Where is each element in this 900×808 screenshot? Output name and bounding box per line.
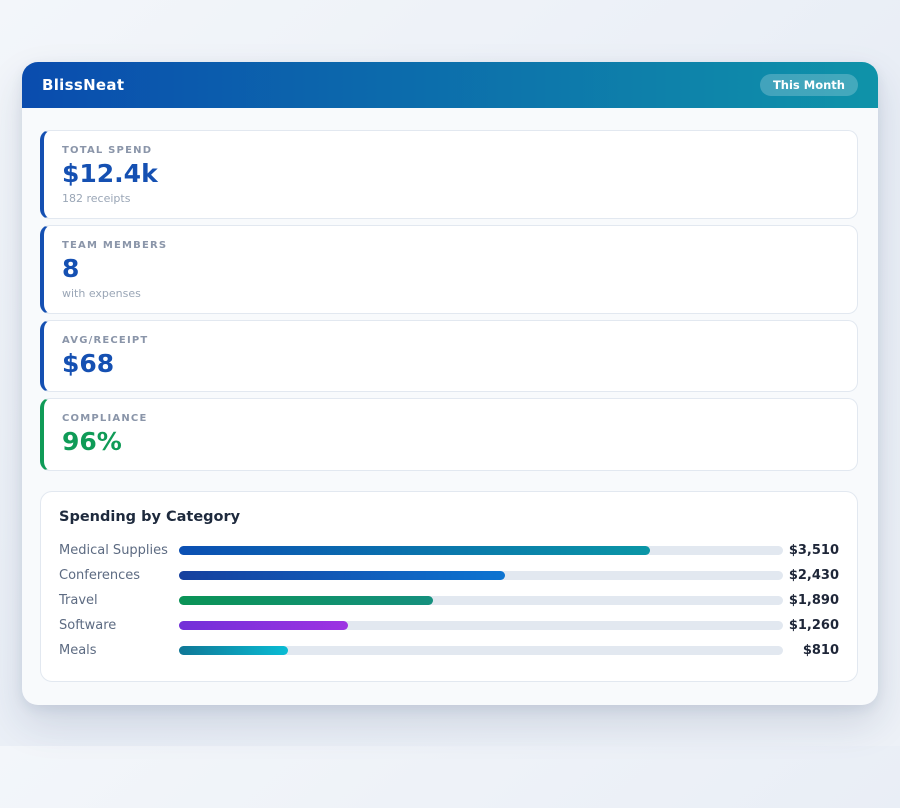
stat-subtext: 182 receipts bbox=[62, 192, 839, 205]
period-badge[interactable]: This Month bbox=[760, 74, 858, 96]
stat-subtext: with expenses bbox=[62, 287, 839, 300]
bar-track bbox=[179, 571, 783, 580]
spending-card-title: Spending by Category bbox=[59, 509, 839, 525]
stat-card-team-members: TEAM MEMBERS 8 with expenses bbox=[40, 225, 858, 314]
spending-by-category-card: Spending by Category Medical Supplies $3… bbox=[40, 491, 858, 682]
app-title: BlissNeat bbox=[42, 76, 124, 94]
category-label: Travel bbox=[59, 593, 179, 608]
dashboard-panel: BlissNeat This Month TOTAL SPEND $12.4k … bbox=[22, 62, 878, 705]
bar-fill bbox=[179, 546, 650, 555]
category-amount: $3,510 bbox=[783, 543, 839, 558]
stat-card-avg-receipt: AVG/RECEIPT $68 bbox=[40, 320, 858, 393]
stat-card-compliance: COMPLIANCE 96% bbox=[40, 398, 858, 471]
stat-card-total-spend: TOTAL SPEND $12.4k 182 receipts bbox=[40, 130, 858, 219]
stat-label: COMPLIANCE bbox=[62, 413, 839, 424]
stat-value: $12.4k bbox=[62, 160, 839, 189]
stat-label: TEAM MEMBERS bbox=[62, 240, 839, 251]
stat-value: 96% bbox=[62, 428, 839, 457]
spend-row-medical-supplies: Medical Supplies $3,510 bbox=[59, 538, 839, 563]
bar-track bbox=[179, 546, 783, 555]
bar-track bbox=[179, 621, 783, 630]
category-amount: $1,890 bbox=[783, 593, 839, 608]
bar-fill bbox=[179, 621, 348, 630]
spend-row-software: Software $1,260 bbox=[59, 613, 839, 638]
bar-track bbox=[179, 646, 783, 655]
spend-row-conferences: Conferences $2,430 bbox=[59, 563, 839, 588]
bar-fill bbox=[179, 646, 288, 655]
stat-label: AVG/RECEIPT bbox=[62, 335, 839, 346]
spend-row-travel: Travel $1,890 bbox=[59, 588, 839, 613]
category-label: Conferences bbox=[59, 568, 179, 583]
app-header: BlissNeat This Month bbox=[22, 62, 878, 108]
category-amount: $810 bbox=[783, 643, 839, 658]
dashboard-content: TOTAL SPEND $12.4k 182 receipts TEAM MEM… bbox=[22, 108, 878, 705]
bar-fill bbox=[179, 596, 433, 605]
bar-fill bbox=[179, 571, 505, 580]
stat-value: 8 bbox=[62, 255, 839, 284]
spend-row-meals: Meals $810 bbox=[59, 638, 839, 663]
category-label: Meals bbox=[59, 643, 179, 658]
stat-value: $68 bbox=[62, 350, 839, 379]
category-amount: $1,260 bbox=[783, 618, 839, 633]
category-label: Medical Supplies bbox=[59, 543, 179, 558]
stat-label: TOTAL SPEND bbox=[62, 145, 839, 156]
category-amount: $2,430 bbox=[783, 568, 839, 583]
category-label: Software bbox=[59, 618, 179, 633]
bar-track bbox=[179, 596, 783, 605]
